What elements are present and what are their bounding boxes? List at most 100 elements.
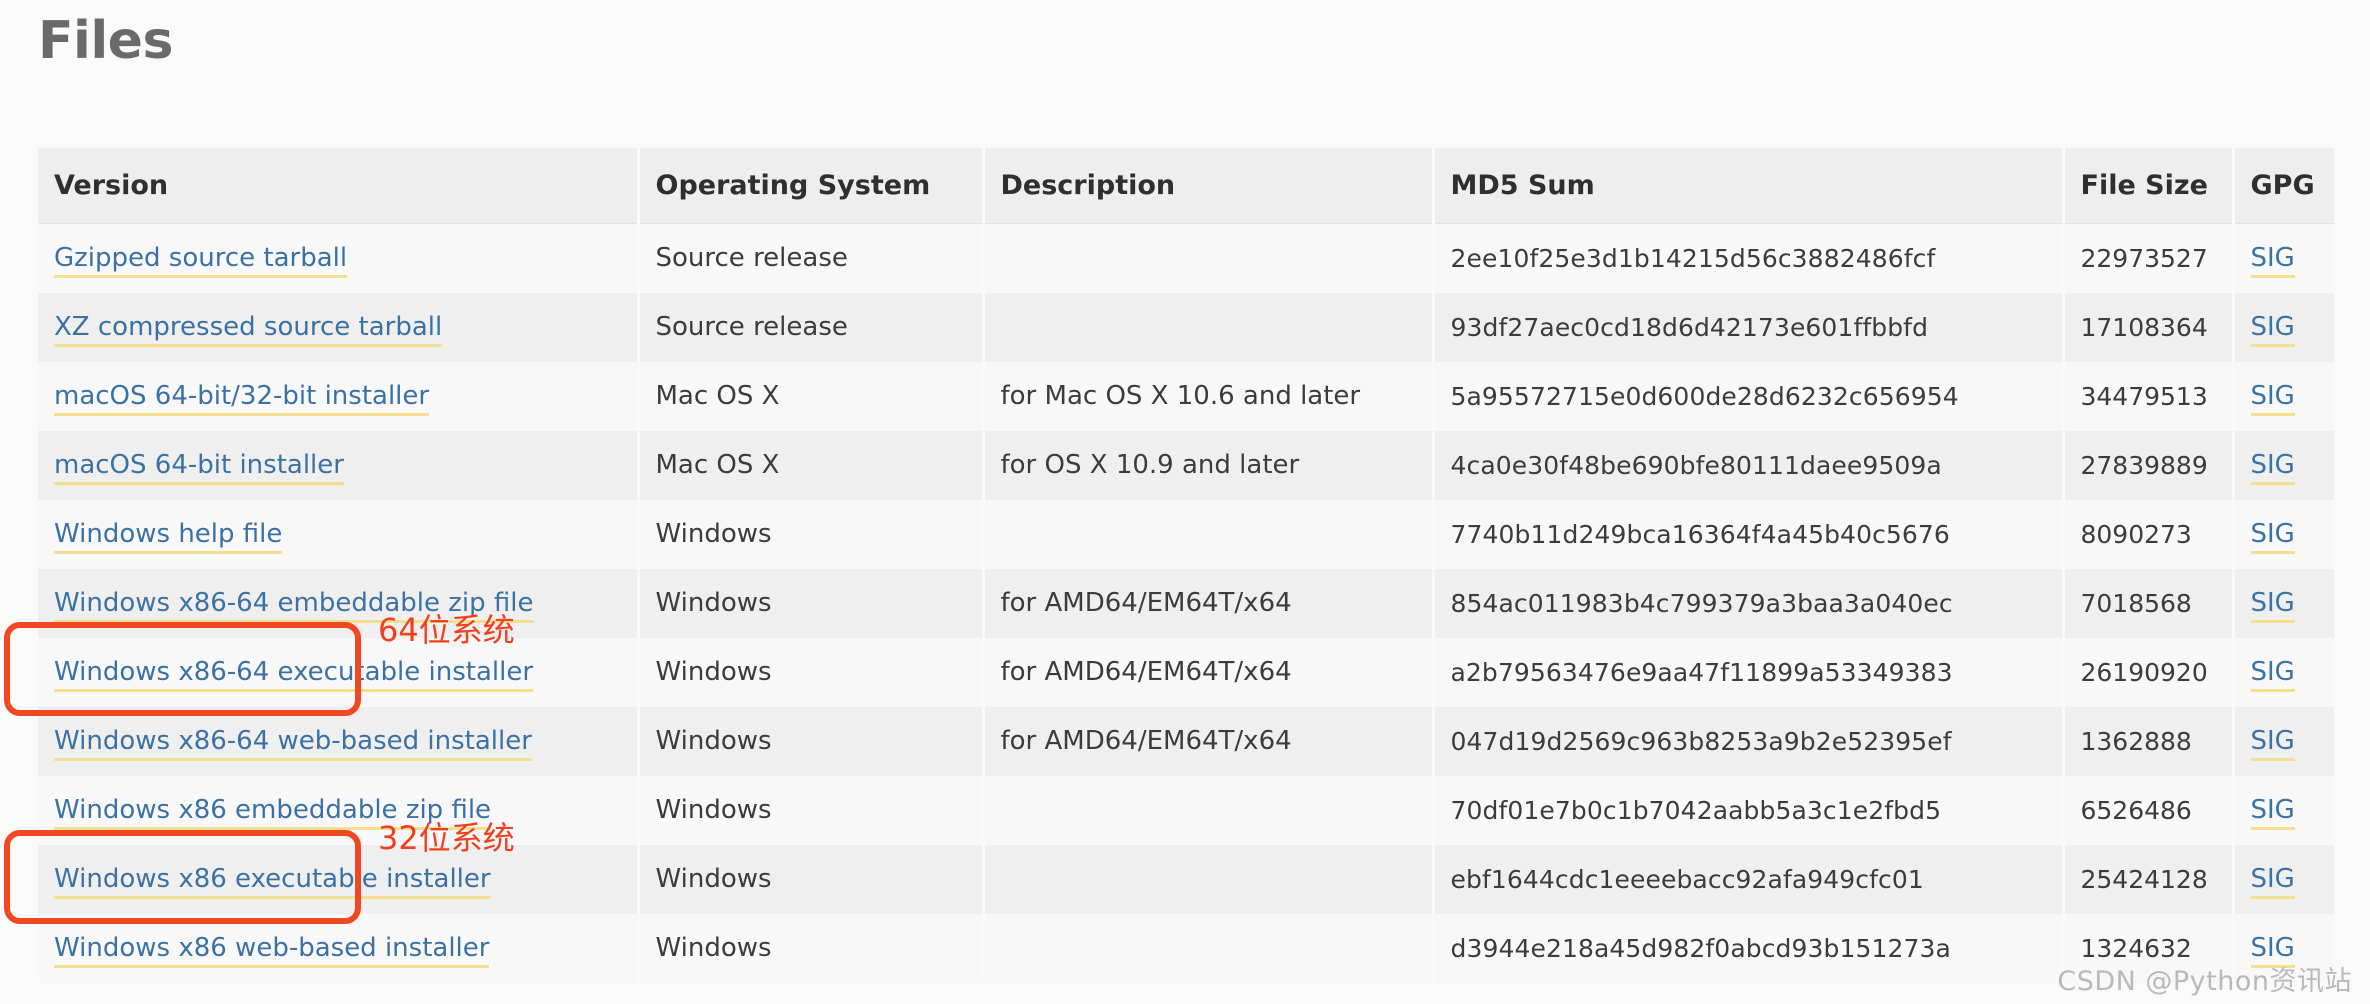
download-link[interactable]: macOS 64-bit/32-bit installer — [54, 381, 429, 416]
cell-md5-sum: a2b79563476e9aa47f11899a53349383 — [1433, 638, 2063, 707]
table-header: Version Operating System Description MD5… — [38, 148, 2334, 224]
sig-link[interactable]: SIG — [2251, 381, 2295, 416]
cell-file-size: 6526486 — [2063, 776, 2233, 845]
cell-md5-sum: 93df27aec0cd18d6d42173e601ffbbfd — [1433, 293, 2063, 362]
cell-file-size: 27839889 — [2063, 431, 2233, 500]
cell-md5-sum: 4ca0e30f48be690bfe80111daee9509a — [1433, 431, 2063, 500]
cell-description: for AMD64/EM64T/x64 — [983, 707, 1433, 776]
cell-file-size: 8090273 — [2063, 500, 2233, 569]
column-header-version: Version — [38, 148, 638, 224]
cell-version: Windows x86-64 embeddable zip file — [38, 569, 638, 638]
download-link[interactable]: XZ compressed source tarball — [54, 312, 442, 347]
cell-md5-sum: 854ac011983b4c799379a3baa3a040ec — [1433, 569, 2063, 638]
cell-description: for OS X 10.9 and later — [983, 431, 1433, 500]
cell-gpg: SIG — [2233, 569, 2334, 638]
cell-description — [983, 776, 1433, 845]
download-link[interactable]: Gzipped source tarball — [54, 243, 347, 278]
cell-version: XZ compressed source tarball — [38, 293, 638, 362]
table-body: Gzipped source tarball Source release 2ee1… — [38, 224, 2334, 983]
download-link[interactable]: macOS 64-bit installer — [54, 450, 344, 485]
column-header-os: Operating System — [638, 148, 983, 224]
cell-gpg: SIG — [2233, 362, 2334, 431]
cell-description: for Mac OS X 10.6 and later — [983, 362, 1433, 431]
cell-file-size: 7018568 — [2063, 569, 2233, 638]
cell-description — [983, 224, 1433, 293]
cell-version: Windows x86 embeddable zip file — [38, 776, 638, 845]
cell-file-size: 25424128 — [2063, 845, 2233, 914]
table-row: macOS 64-bit/32-bit installer Mac OS Xfor… — [38, 362, 2334, 431]
cell-gpg: SIG — [2233, 431, 2334, 500]
cell-operating-system: Mac OS X — [638, 431, 983, 500]
cell-gpg: SIG — [2233, 500, 2334, 569]
annotation-label-64bit: 64位系统 — [378, 605, 515, 651]
annotation-label-32bit: 32位系统 — [378, 813, 515, 859]
sig-link[interactable]: SIG — [2251, 588, 2295, 623]
cell-operating-system: Windows — [638, 776, 983, 845]
download-link[interactable]: Windows help file — [54, 519, 282, 554]
cell-md5-sum: 5a95572715e0d600de28d6232c656954 — [1433, 362, 2063, 431]
sig-link[interactable]: SIG — [2251, 657, 2295, 692]
cell-md5-sum: 2ee10f25e3d1b14215d56c3882486fcf — [1433, 224, 2063, 293]
table-row: XZ compressed source tarball Source relea… — [38, 293, 2334, 362]
cell-gpg: SIG — [2233, 845, 2334, 914]
download-link[interactable]: Windows x86 executable installer — [54, 864, 491, 899]
column-header-filesize: File Size — [2063, 148, 2233, 224]
cell-operating-system: Windows — [638, 707, 983, 776]
cell-gpg: SIG — [2233, 707, 2334, 776]
cell-gpg: SIG — [2233, 224, 2334, 293]
download-link[interactable]: Windows x86-64 executable installer — [54, 657, 533, 692]
cell-md5-sum: 7740b11d249bca16364f4a45b40c5676 — [1433, 500, 2063, 569]
sig-link[interactable]: SIG — [2251, 312, 2295, 347]
cell-version: Windows x86-64 web-based installer — [38, 707, 638, 776]
cell-description: for AMD64/EM64T/x64 — [983, 569, 1433, 638]
cell-description — [983, 845, 1433, 914]
cell-version: Windows x86 executable installer — [38, 845, 638, 914]
cell-description — [983, 914, 1433, 983]
page-title: Files — [38, 10, 173, 72]
cell-version: macOS 64-bit installer — [38, 431, 638, 500]
sig-link[interactable]: SIG — [2251, 243, 2295, 278]
cell-description — [983, 500, 1433, 569]
cell-file-size: 34479513 — [2063, 362, 2233, 431]
cell-operating-system: Windows — [638, 914, 983, 983]
cell-version: Windows x86 web-based installer — [38, 914, 638, 983]
sig-link[interactable]: SIG — [2251, 795, 2295, 830]
cell-gpg: SIG — [2233, 293, 2334, 362]
sig-link[interactable]: SIG — [2251, 519, 2295, 554]
cell-operating-system: Windows — [638, 569, 983, 638]
sig-link[interactable]: SIG — [2251, 864, 2295, 899]
table-row: Windows x86-64 web-based installer Window… — [38, 707, 2334, 776]
column-header-gpg: GPG — [2233, 148, 2334, 224]
cell-operating-system: Windows — [638, 500, 983, 569]
table-row: Windows x86 web-based installer Windows d3… — [38, 914, 2334, 983]
cell-file-size: 22973527 — [2063, 224, 2233, 293]
cell-md5-sum: d3944e218a45d982f0abcd93b151273a — [1433, 914, 2063, 983]
cell-version: Windows x86-64 executable installer — [38, 638, 638, 707]
cell-description — [983, 293, 1433, 362]
watermark: CSDN @Python资讯站 — [2057, 959, 2352, 998]
cell-gpg: SIG — [2233, 638, 2334, 707]
cell-file-size: 1362888 — [2063, 707, 2233, 776]
cell-operating-system: Windows — [638, 845, 983, 914]
cell-operating-system: Mac OS X — [638, 362, 983, 431]
table-row: Gzipped source tarballSource release2ee1… — [38, 224, 2334, 293]
column-header-description: Description — [983, 148, 1433, 224]
cell-file-size: 26190920 — [2063, 638, 2233, 707]
cell-version: Gzipped source tarball — [38, 224, 638, 293]
download-link[interactable]: Windows x86 web-based installer — [54, 933, 489, 968]
cell-description: for AMD64/EM64T/x64 — [983, 638, 1433, 707]
cell-operating-system: Source release — [638, 293, 983, 362]
table-row: macOS 64-bit installer Mac OS Xfor OS X 1… — [38, 431, 2334, 500]
download-link[interactable]: Windows x86-64 web-based installer — [54, 726, 532, 761]
cell-version: Windows help file — [38, 500, 638, 569]
cell-operating-system: Windows — [638, 638, 983, 707]
cell-md5-sum: 70df01e7b0c1b7042aabb5a3c1e2fbd5 — [1433, 776, 2063, 845]
sig-link[interactable]: SIG — [2251, 726, 2295, 761]
files-page: Files Version Operating System Descripti… — [0, 0, 2370, 1004]
table-row: Windows help file Windows 7740b11d249bca16… — [38, 500, 2334, 569]
sig-link[interactable]: SIG — [2251, 450, 2295, 485]
cell-md5-sum: 047d19d2569c963b8253a9b2e52395ef — [1433, 707, 2063, 776]
cell-version: macOS 64-bit/32-bit installer — [38, 362, 638, 431]
table-header-row: Version Operating System Description MD5… — [38, 148, 2334, 224]
column-header-md5: MD5 Sum — [1433, 148, 2063, 224]
